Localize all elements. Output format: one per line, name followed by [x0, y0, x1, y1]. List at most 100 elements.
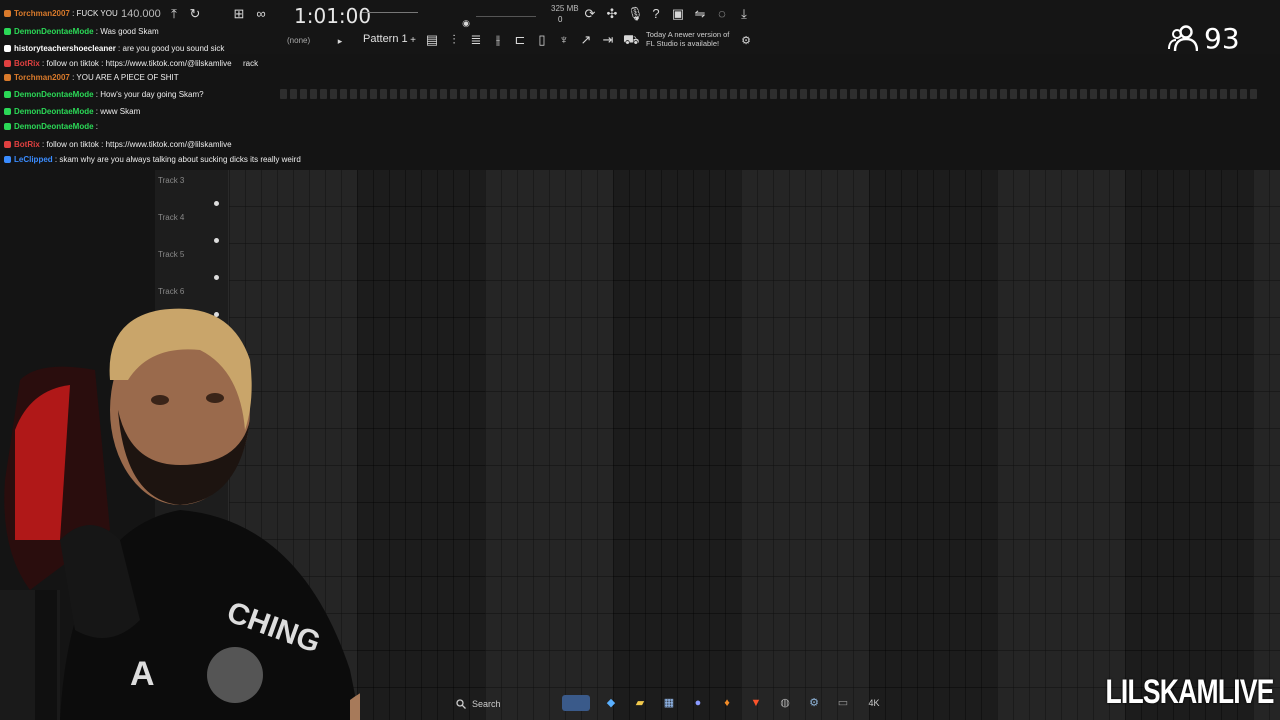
step-button[interactable] — [1240, 89, 1247, 99]
step-button[interactable] — [740, 89, 747, 99]
marketplace-icon[interactable]: ⇥ — [601, 33, 615, 47]
step-button[interactable] — [640, 89, 647, 99]
step-button[interactable] — [1080, 89, 1087, 99]
step-button[interactable] — [800, 89, 807, 99]
step-button[interactable] — [960, 89, 967, 99]
step-button[interactable] — [570, 89, 577, 99]
step-sequencer-row[interactable] — [280, 89, 1280, 101]
step-button[interactable] — [850, 89, 857, 99]
track-label[interactable]: Track 3 — [158, 176, 184, 185]
weather-widget-icon[interactable] — [562, 695, 590, 711]
step-button[interactable] — [1160, 89, 1167, 99]
step-button[interactable] — [560, 89, 567, 99]
step-button[interactable] — [440, 89, 447, 99]
step-button[interactable] — [940, 89, 947, 99]
mixer-icon[interactable]: ⫲ — [491, 33, 505, 47]
download-icon[interactable]: ⤓ — [737, 7, 751, 21]
step-button[interactable] — [630, 89, 637, 99]
step-button[interactable] — [450, 89, 457, 99]
track-mute-dot[interactable] — [214, 275, 219, 280]
step-button[interactable] — [510, 89, 517, 99]
piano-roll-icon[interactable]: ⫶ — [447, 33, 461, 47]
steam-icon[interactable]: ⚙ — [806, 695, 822, 711]
microphone-icon[interactable]: 🎙 — [627, 7, 644, 21]
chat-icon[interactable]: ◌ — [715, 7, 729, 21]
step-button[interactable] — [950, 89, 957, 99]
step-button[interactable] — [1060, 89, 1067, 99]
settings-icon[interactable]: ⚙ — [739, 34, 753, 48]
step-button[interactable] — [780, 89, 787, 99]
track-mute-dot[interactable] — [214, 238, 219, 243]
channel-rack-icon[interactable]: ≣ — [469, 33, 483, 47]
step-button[interactable] — [1230, 89, 1237, 99]
track-mute-dot[interactable] — [214, 201, 219, 206]
step-button[interactable] — [600, 89, 607, 99]
file-explorer-icon[interactable]: ▰ — [632, 695, 648, 711]
touch-controller-icon[interactable]: ♆ — [557, 33, 571, 47]
chat-username[interactable]: Torchman2007 — [14, 73, 70, 82]
step-button[interactable] — [470, 89, 477, 99]
step-button[interactable] — [1010, 89, 1017, 99]
step-button[interactable] — [1170, 89, 1177, 99]
browser-icon[interactable]: ⊏ — [513, 33, 527, 47]
step-button[interactable] — [650, 89, 657, 99]
step-button[interactable] — [1040, 89, 1047, 99]
step-button[interactable] — [820, 89, 827, 99]
step-button[interactable] — [1220, 89, 1227, 99]
news-panel[interactable]: Today A newer version of FL Studio is av… — [646, 30, 729, 48]
step-button[interactable] — [840, 89, 847, 99]
app-2-icon[interactable]: ▭ — [835, 695, 851, 711]
step-button[interactable] — [870, 89, 877, 99]
step-button[interactable] — [1050, 89, 1057, 99]
step-button[interactable] — [550, 89, 557, 99]
step-button[interactable] — [1140, 89, 1147, 99]
save-icon[interactable]: ▣ — [671, 7, 685, 21]
step-button[interactable] — [1030, 89, 1037, 99]
chat-username[interactable]: BotRix — [14, 140, 40, 149]
reset-icon[interactable]: ⟳ — [583, 7, 597, 21]
step-button[interactable] — [790, 89, 797, 99]
step-button[interactable] — [1120, 89, 1127, 99]
step-button[interactable] — [610, 89, 617, 99]
step-button[interactable] — [670, 89, 677, 99]
step-button[interactable] — [750, 89, 757, 99]
step-button[interactable] — [1210, 89, 1217, 99]
step-button[interactable] — [730, 89, 737, 99]
step-button[interactable] — [700, 89, 707, 99]
step-button[interactable] — [1250, 89, 1257, 99]
step-button[interactable] — [530, 89, 537, 99]
help-icon[interactable]: ? — [649, 7, 663, 21]
chat-username[interactable]: DemonDeontaeMode — [14, 122, 94, 131]
chat-username[interactable]: BotRix — [14, 59, 40, 68]
step-button[interactable] — [1090, 89, 1097, 99]
brave-browser-icon[interactable]: ▼ — [748, 695, 764, 711]
copilot-icon[interactable]: ◆ — [603, 695, 619, 711]
step-button[interactable] — [760, 89, 767, 99]
step-button[interactable] — [1180, 89, 1187, 99]
step-button[interactable] — [680, 89, 687, 99]
cart-icon[interactable]: ⛟ — [623, 33, 639, 47]
step-button[interactable] — [500, 89, 507, 99]
store-icon[interactable]: ▦ — [661, 695, 677, 711]
step-button[interactable] — [890, 89, 897, 99]
step-button[interactable] — [770, 89, 777, 99]
playlist-grid[interactable] — [229, 170, 1280, 720]
chat-username[interactable]: DemonDeontaeMode — [14, 90, 94, 99]
track-label[interactable]: Track 4 — [158, 213, 184, 222]
chat-username[interactable]: LeClipped — [14, 155, 53, 164]
export-icon[interactable]: ⇋ — [693, 7, 707, 21]
step-button[interactable] — [810, 89, 817, 99]
chat-username[interactable]: DemonDeontaeMode — [14, 27, 94, 36]
fl-studio-icon[interactable]: ♦ — [719, 695, 735, 711]
step-button[interactable] — [980, 89, 987, 99]
step-button[interactable] — [990, 89, 997, 99]
plugin-picker-icon[interactable]: ▯ — [535, 33, 549, 47]
step-button[interactable] — [910, 89, 917, 99]
step-button[interactable] — [830, 89, 837, 99]
volume-slider[interactable] — [476, 16, 536, 17]
step-button[interactable] — [430, 89, 437, 99]
step-button[interactable] — [520, 89, 527, 99]
step-button[interactable] — [880, 89, 887, 99]
step-button[interactable] — [1130, 89, 1137, 99]
step-button[interactable] — [1100, 89, 1107, 99]
